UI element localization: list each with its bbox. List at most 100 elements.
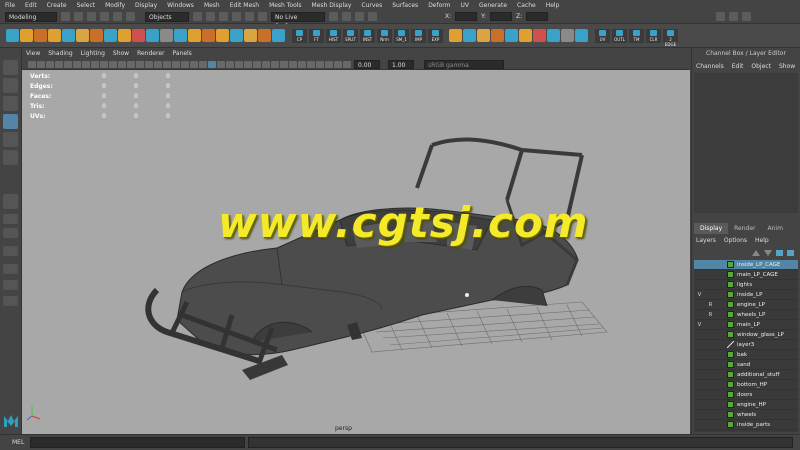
viewport-menu-panels[interactable]: Panels: [168, 50, 195, 57]
viewport-toolbar-icon[interactable]: [244, 61, 252, 68]
layer-visibility-toggle[interactable]: V: [694, 322, 705, 328]
viewport-toolbar-icon[interactable]: [55, 61, 63, 68]
layer-color-swatch[interactable]: [727, 311, 734, 318]
layer-row[interactable]: sand: [694, 360, 798, 370]
viewport-toolbar-icon[interactable]: [253, 61, 261, 68]
shelf-button-tm[interactable]: TM: [629, 29, 644, 43]
viewport-toolbar-icon[interactable]: [190, 61, 198, 68]
layer-row[interactable]: inside_parts: [694, 420, 798, 430]
save-scene-icon[interactable]: [87, 12, 96, 21]
viewport-toolbar-icon[interactable]: [226, 61, 234, 68]
exposure-field[interactable]: 0.00: [354, 60, 380, 69]
shelf-button-sm_1[interactable]: SM_1: [394, 29, 409, 43]
shelf-tool-icon[interactable]: [533, 29, 546, 42]
menu-create[interactable]: Create: [42, 2, 72, 9]
shelf-button-nrm[interactable]: Nrm: [377, 29, 392, 43]
layer-color-swatch[interactable]: [727, 321, 734, 328]
layer-reference-toggle[interactable]: R: [705, 312, 716, 318]
shelf-tool-icon[interactable]: [449, 29, 462, 42]
shelf-button-exp[interactable]: EXP: [428, 29, 443, 43]
viewport-toolbar-icon[interactable]: [172, 61, 180, 68]
viewport-toolbar-icon[interactable]: [118, 61, 126, 68]
layer-color-swatch[interactable]: [727, 291, 734, 298]
shelf-button-hist[interactable]: HIST: [326, 29, 341, 43]
viewport-toolbar-icon[interactable]: [235, 61, 243, 68]
panel-layout-icon[interactable]: [716, 12, 726, 21]
menu-edit[interactable]: Edit: [20, 2, 42, 9]
shelf-tool-icon[interactable]: [230, 29, 243, 42]
select-tool-icon[interactable]: [3, 60, 18, 75]
menu-mesh-display[interactable]: Mesh Display: [307, 2, 357, 9]
shelf-tool-icon[interactable]: [244, 29, 257, 42]
viewport-toolbar-icon[interactable]: [154, 61, 162, 68]
menu-select[interactable]: Select: [72, 2, 101, 9]
viewport-toolbar-icon[interactable]: [28, 61, 36, 68]
shelf-button-imp[interactable]: IMP: [411, 29, 426, 43]
live-surface-field[interactable]: No Live Surface: [271, 11, 325, 30]
shelf-tool-icon[interactable]: [62, 29, 75, 42]
tab-render[interactable]: Render: [728, 223, 761, 234]
viewport-toolbar-icon[interactable]: [262, 61, 270, 68]
shelf-tool-icon[interactable]: [491, 29, 504, 42]
viewport-toolbar-icon[interactable]: [145, 61, 153, 68]
shelf-tool-icon[interactable]: [216, 29, 229, 42]
shelf-tool-icon[interactable]: [575, 29, 588, 42]
shelf-tool-icon[interactable]: [34, 29, 47, 42]
selection-mode-dropdown[interactable]: Objects: [145, 11, 189, 22]
viewport-toolbar-icon[interactable]: [46, 61, 54, 68]
menu-display[interactable]: Display: [130, 2, 162, 9]
shelf-tool-icon[interactable]: [477, 29, 490, 42]
viewport-toolbar-icon[interactable]: [334, 61, 342, 68]
shelf-button-cp[interactable]: CP: [292, 29, 307, 43]
paint-select-tool-icon[interactable]: [3, 96, 18, 111]
layer-menu-layers[interactable]: Layers: [692, 237, 720, 244]
viewport-toolbar-icon[interactable]: [127, 61, 135, 68]
layer-row[interactable]: layer3: [694, 340, 798, 350]
viewport-toolbar-icon[interactable]: [316, 61, 324, 68]
shelf-tool-icon[interactable]: [132, 29, 145, 42]
two-pane-stacked-icon[interactable]: [3, 246, 18, 256]
shelf-tool-icon[interactable]: [160, 29, 173, 42]
layer-row[interactable]: Rengine_LP: [694, 300, 798, 310]
persp-graph-icon[interactable]: [3, 280, 18, 290]
redo-icon[interactable]: [113, 12, 122, 21]
menu-mesh-tools[interactable]: Mesh Tools: [264, 2, 306, 9]
layer-color-swatch[interactable]: [727, 261, 734, 268]
four-pane-icon[interactable]: [3, 214, 18, 224]
move-tool-icon[interactable]: [3, 114, 18, 129]
viewport-menu-lighting[interactable]: Lighting: [77, 50, 109, 57]
viewport-toolbar-icon[interactable]: [325, 61, 333, 68]
viewport-toolbar-icon[interactable]: [181, 61, 189, 68]
layer-color-swatch[interactable]: [727, 271, 734, 278]
shelf-tool-icon[interactable]: [272, 29, 285, 42]
viewport-menu-renderer[interactable]: Renderer: [133, 50, 168, 57]
viewport-toolbar-icon[interactable]: [298, 61, 306, 68]
channel-box-body[interactable]: [694, 73, 798, 213]
shelf-tool-icon[interactable]: [118, 29, 131, 42]
shelf-tool-icon[interactable]: [258, 29, 271, 42]
menu-cache[interactable]: Cache: [512, 2, 541, 9]
menu-surfaces[interactable]: Surfaces: [387, 2, 423, 9]
viewport-menu-shading[interactable]: Shading: [44, 50, 76, 57]
layer-row[interactable]: Vmain_LP: [694, 320, 798, 330]
shelf-tool-icon[interactable]: [20, 29, 33, 42]
shelf-button-uv[interactable]: UV: [595, 29, 610, 43]
render-frame-icon[interactable]: [329, 12, 338, 21]
open-scene-icon[interactable]: [74, 12, 83, 21]
shelf-tool-icon[interactable]: [174, 29, 187, 42]
layer-color-swatch[interactable]: [727, 391, 734, 398]
layer-row[interactable]: Rwheels_LP: [694, 310, 798, 320]
layer-row[interactable]: engine_HP: [694, 400, 798, 410]
lasso-tool-icon[interactable]: [3, 78, 18, 93]
layer-row[interactable]: window_glass_LP: [694, 330, 798, 340]
viewport-toolbar-icon[interactable]: [73, 61, 81, 68]
shelf-button-split[interactable]: SPLIT: [343, 29, 358, 43]
two-pane-side-icon[interactable]: [3, 228, 18, 238]
layer-row[interactable]: doors: [694, 390, 798, 400]
channel-box-menu-show[interactable]: Show: [775, 63, 799, 70]
shelf-tool-icon[interactable]: [519, 29, 532, 42]
layer-color-swatch[interactable]: [727, 361, 734, 368]
menu-deform[interactable]: Deform: [423, 2, 455, 9]
x-coord-field[interactable]: [455, 12, 478, 21]
viewport-toolbar-icon[interactable]: [91, 61, 99, 68]
